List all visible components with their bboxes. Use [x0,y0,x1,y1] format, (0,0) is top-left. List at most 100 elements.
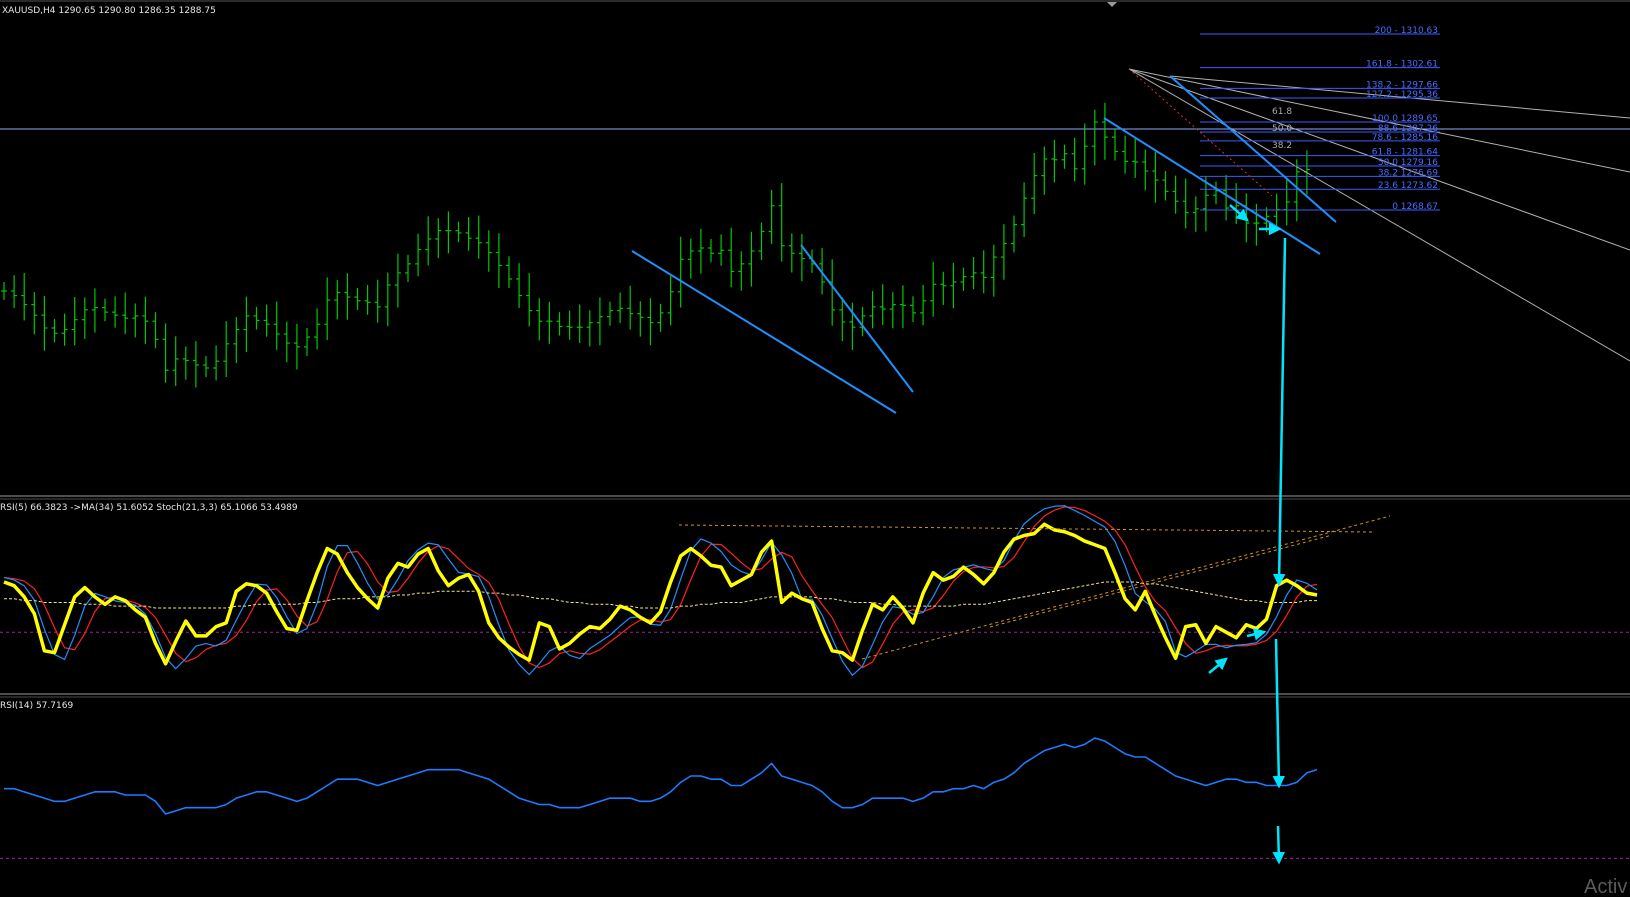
price-bar [334,280,341,320]
arrow-down-3-icon[interactable] [1272,825,1285,865]
price-bar [839,297,846,342]
rsi5-stoch-pane[interactable] [0,505,1630,676]
price-bar [223,321,230,378]
price-bar [596,297,603,346]
fib-level-label: 50.0 1279.16 [1378,158,1438,168]
price-bar [788,233,795,273]
divergence-lines[interactable] [678,515,1391,660]
price-bar [1061,144,1068,169]
price-bar [91,288,98,333]
price-bar [899,285,906,328]
price-bar [586,310,593,347]
trendline-1[interactable] [631,250,897,414]
osc2-label: RSI(14) 57.7169 [0,701,73,711]
price-bar [687,238,694,279]
fib-level-label: 127.2 - 1295.36 [1366,90,1438,100]
price-bar [950,262,957,309]
price-bar [71,297,78,346]
osc1-label: RSI(5) 66.3823 ->MA(34) 51.6052 Stoch(21… [0,503,298,513]
price-bar [930,261,937,317]
fib-level-label: 78.6 - 1285.16 [1372,133,1438,143]
price-bar [203,355,209,378]
price-bar [536,298,543,341]
chart-shift-marker-icon[interactable] [1107,2,1117,7]
price-bar [192,341,199,388]
price-bar [960,267,967,292]
price-bar [324,277,331,341]
trading-chart[interactable]: 200 - 1310.63 161.8 - 1302.61 138.2 - 1297… [0,0,1630,897]
rsi5-line [3,522,1318,666]
price-bar [81,297,88,339]
price-bar [11,275,18,308]
price-bar [1081,123,1088,185]
price-bar [1,281,7,301]
arrow-down-1-icon[interactable] [1272,237,1287,587]
price-bar [233,317,240,364]
price-bar [273,301,280,350]
arrow-down-2-icon[interactable] [1272,638,1286,789]
price-bar [728,227,735,288]
price-bar [182,346,189,380]
price-bar [1071,137,1078,182]
price-bar [677,236,684,308]
price-bar [465,217,472,251]
price-bar [415,233,422,277]
price-bar [21,272,28,321]
price-bar [778,183,785,262]
price-bar [1112,128,1118,161]
price-bar [970,257,977,290]
fibonacci-fan[interactable] [1128,68,1630,362]
price-bar [213,345,220,381]
price-bar [31,292,38,335]
price-bar [102,298,108,322]
price-bar [172,336,179,387]
fan-level-label: 61.8 [1272,107,1292,117]
trendlines[interactable] [631,68,1337,414]
price-bar [485,230,492,272]
rsi14-line [4,737,1318,815]
trendline-3[interactable] [1103,117,1321,255]
price-bar [61,313,68,346]
price-bar [283,321,290,363]
fib-level-label: 38.2 1276.69 [1378,168,1438,178]
price-bar [152,312,159,349]
fan-line-3 [1128,68,1630,362]
fib-level-label: 200 - 1310.63 [1375,26,1438,36]
price-bar [516,263,523,308]
price-bar [667,275,674,326]
rsi14-pane[interactable] [0,737,1630,859]
price-bar [1192,196,1199,232]
price-bar [748,231,755,287]
price-bar [1041,146,1048,195]
price-bar [1162,171,1169,201]
trendline-2[interactable] [800,244,914,393]
fib-level-label: 0 1268.67 [1392,202,1438,212]
divergence-line-2[interactable] [861,515,1391,660]
price-bar [142,296,149,344]
price-bar [435,218,442,259]
price-bar [637,301,644,337]
price-bar [708,238,714,263]
price-bar [364,284,371,315]
price-bar [304,327,310,356]
price-bar [617,292,624,324]
price-bar [1283,179,1290,226]
price-bar [697,228,704,274]
price-bar [758,222,765,261]
divergence-line-1[interactable] [678,524,1373,533]
price-bar [607,301,613,326]
annotation-arrows[interactable] [1208,204,1287,865]
price-bar [495,233,502,288]
price-bar [162,323,169,383]
price-bar [253,306,260,330]
arrow-diag-2-icon[interactable] [1208,657,1228,674]
price-bar [1122,135,1129,174]
fib-level-label: 138.2 - 1297.66 [1366,80,1438,90]
price-bar [920,284,927,326]
price-bar [657,303,664,332]
price-bar [506,256,512,288]
price-bar [1142,149,1149,191]
price-bar [132,303,139,338]
price-bar [940,271,947,305]
price-bar [344,273,351,320]
